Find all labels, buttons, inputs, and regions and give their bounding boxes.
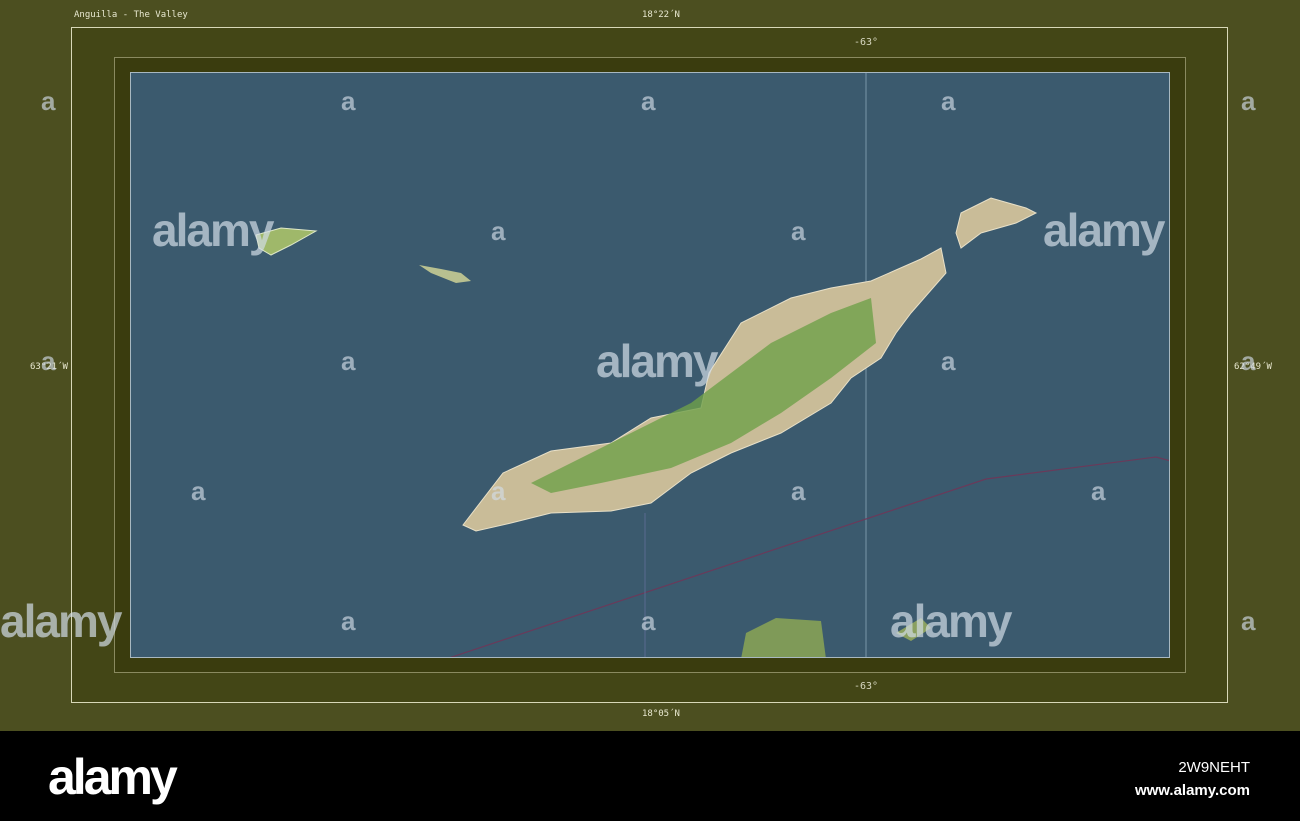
watermark: alamy (1043, 204, 1165, 256)
watermark: alamy (0, 595, 122, 647)
anguilla-island (462, 247, 947, 532)
watermark-letter: a (341, 346, 356, 376)
latitude-bottom-label: 18°05´N (642, 709, 680, 719)
watermark-letter: a (41, 346, 56, 376)
watermark-letter: a (41, 86, 56, 116)
watermark-letter: a (641, 606, 656, 636)
watermark-letter: a (1091, 476, 1106, 506)
watermark-letter: a (791, 476, 806, 506)
watermark: alamy (890, 595, 1012, 647)
map-title: Anguilla - The Valley (74, 10, 188, 20)
dog-island (419, 265, 471, 283)
watermark-letter: a (1241, 86, 1256, 116)
saint-martin-island (741, 618, 826, 657)
watermark-letter: a (491, 216, 506, 246)
watermark-letter: a (491, 476, 506, 506)
watermark-letter: a (1241, 606, 1256, 636)
image-info: 2W9NEHT www.alamy.com (1135, 756, 1250, 802)
latitude-top-label: 18°22´N (642, 10, 680, 20)
watermark-letter: a (641, 86, 656, 116)
image-id: 2W9NEHT (1178, 759, 1250, 776)
watermark-letter: a (791, 216, 806, 246)
site-url[interactable]: www.alamy.com (1135, 779, 1250, 802)
watermark-letter: a (341, 86, 356, 116)
alamy-logo[interactable]: alamy (48, 748, 178, 806)
watermark: alamy (152, 204, 274, 256)
watermark: alamy (596, 335, 718, 387)
map-frame: Anguilla - The Valley 18°22´N 18°05´N 63… (0, 0, 1300, 731)
watermark-letter: a (941, 346, 956, 376)
meridian-bottom-label: -63° (854, 681, 879, 692)
scrub-island (955, 197, 1038, 249)
watermark-letter: a (341, 606, 356, 636)
watermark-letter: a (1241, 346, 1256, 376)
footer-bar (0, 731, 1300, 821)
watermark-letter: a (191, 476, 206, 506)
meridian-top-label: -63° (854, 37, 879, 48)
watermark-letter: a (941, 86, 956, 116)
